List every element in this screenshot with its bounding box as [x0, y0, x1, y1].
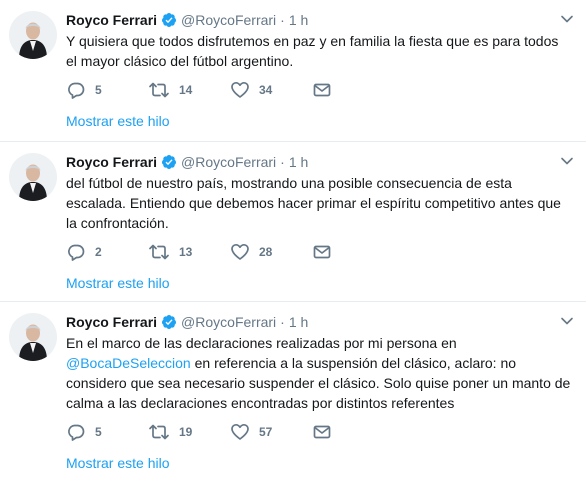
- reply-count: 5: [95, 425, 102, 439]
- avatar[interactable]: [9, 11, 57, 59]
- tweet[interactable]: Royco Ferrari @RoycoFerrari · 1 h Y quis…: [0, 0, 586, 142]
- retweet-button[interactable]: 14: [148, 80, 230, 100]
- direct-message-icon: [312, 80, 332, 100]
- avatar-photo: [9, 153, 57, 201]
- like-icon: [230, 422, 250, 442]
- show-thread-link[interactable]: Mostrar este hilo: [66, 275, 169, 291]
- tweet-text-part: En el marco de las declaraciones realiza…: [66, 335, 457, 351]
- author-name[interactable]: Royco Ferrari: [66, 154, 157, 170]
- avatar-photo: [9, 313, 57, 361]
- verified-badge-icon: [161, 154, 177, 170]
- avatar[interactable]: [9, 153, 57, 201]
- like-icon: [230, 80, 250, 100]
- reply-button[interactable]: 5: [66, 80, 148, 100]
- author-handle[interactable]: @RoycoFerrari: [181, 154, 276, 170]
- retweet-icon: [148, 242, 170, 262]
- avatar[interactable]: [9, 313, 57, 361]
- reply-count: 5: [95, 83, 102, 97]
- separator-dot: ·: [280, 314, 285, 330]
- tweet-actions: 5 19 57: [66, 422, 572, 442]
- retweet-icon: [148, 422, 170, 442]
- tweet-timestamp[interactable]: 1 h: [289, 12, 308, 28]
- author-handle[interactable]: @RoycoFerrari: [181, 314, 276, 330]
- caret-down-icon[interactable]: [560, 12, 574, 26]
- separator-dot: ·: [280, 154, 285, 170]
- reply-count: 2: [95, 245, 102, 259]
- like-icon: [230, 242, 250, 262]
- caret-down-icon[interactable]: [560, 154, 574, 168]
- retweet-count: 13: [179, 245, 193, 259]
- timeline: Royco Ferrari @RoycoFerrari · 1 h Y quis…: [0, 0, 586, 484]
- verified-badge-icon: [161, 12, 177, 28]
- reply-button[interactable]: 5: [66, 422, 148, 442]
- tweet-actions: 2 13 28: [66, 242, 572, 262]
- direct-message-icon: [312, 242, 332, 262]
- tweet[interactable]: Royco Ferrari @RoycoFerrari · 1 h En el …: [0, 302, 586, 484]
- caret-down-icon[interactable]: [560, 314, 574, 328]
- verified-badge-icon: [161, 314, 177, 330]
- show-thread-link[interactable]: Mostrar este hilo: [66, 113, 169, 129]
- like-count: 28: [259, 245, 273, 259]
- tweet-timestamp[interactable]: 1 h: [289, 154, 308, 170]
- reply-button[interactable]: 2: [66, 242, 148, 262]
- author-name[interactable]: Royco Ferrari: [66, 314, 157, 330]
- reply-icon: [66, 242, 86, 262]
- retweet-button[interactable]: 19: [148, 422, 230, 442]
- tweet-text: Y quisiera que todos disfrutemos en paz …: [66, 33, 559, 69]
- tweet-actions: 5 14 34: [66, 80, 572, 100]
- tweet[interactable]: Royco Ferrari @RoycoFerrari · 1 h del fú…: [0, 142, 586, 302]
- author-handle[interactable]: @RoycoFerrari: [181, 12, 276, 28]
- direct-message-button[interactable]: [312, 422, 394, 442]
- tweet-header: Royco Ferrari @RoycoFerrari · 1 h: [66, 10, 572, 30]
- avatar-photo: [9, 11, 57, 59]
- direct-message-icon: [312, 422, 332, 442]
- reply-icon: [66, 422, 86, 442]
- like-button[interactable]: 57: [230, 422, 312, 442]
- like-count: 57: [259, 425, 273, 439]
- tweet-text: En el marco de las declaraciones realiza…: [66, 333, 571, 413]
- like-count: 34: [259, 83, 273, 97]
- tweet-timestamp[interactable]: 1 h: [289, 314, 308, 330]
- retweet-count: 14: [179, 83, 193, 97]
- mention-link[interactable]: @BocaDeSeleccion: [66, 355, 191, 371]
- direct-message-button[interactable]: [312, 80, 394, 100]
- separator-dot: ·: [280, 12, 285, 28]
- like-button[interactable]: 28: [230, 242, 312, 262]
- tweet-header: Royco Ferrari @RoycoFerrari · 1 h: [66, 152, 572, 172]
- retweet-count: 19: [179, 425, 193, 439]
- tweet-text: del fútbol de nuestro país, mostrando un…: [66, 175, 561, 231]
- tweet-header: Royco Ferrari @RoycoFerrari · 1 h: [66, 312, 572, 332]
- like-button[interactable]: 34: [230, 80, 312, 100]
- author-name[interactable]: Royco Ferrari: [66, 12, 157, 28]
- show-thread-link[interactable]: Mostrar este hilo: [66, 455, 169, 471]
- retweet-button[interactable]: 13: [148, 242, 230, 262]
- retweet-icon: [148, 80, 170, 100]
- reply-icon: [66, 80, 86, 100]
- direct-message-button[interactable]: [312, 242, 394, 262]
